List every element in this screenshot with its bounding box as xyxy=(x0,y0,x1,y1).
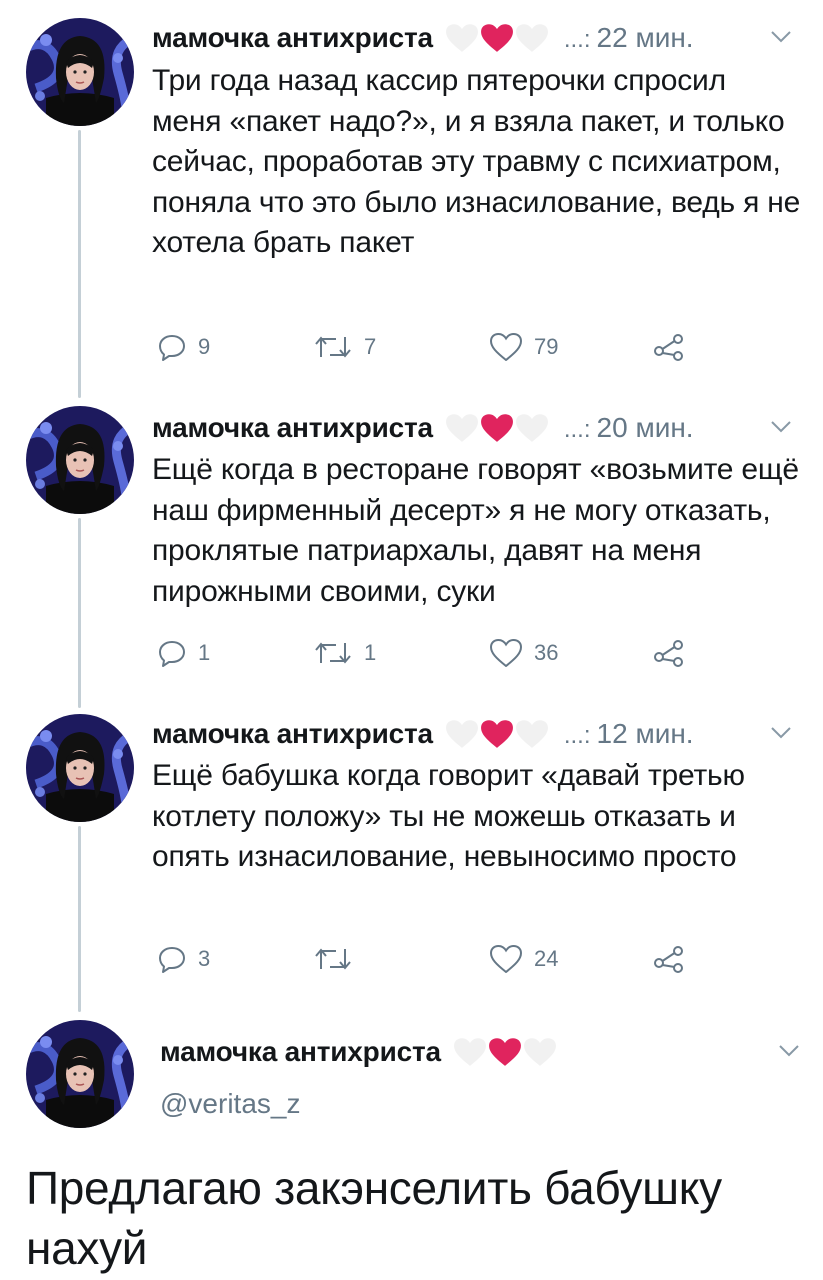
tweet-actions: 1 1 36 xyxy=(158,636,718,670)
share-icon xyxy=(654,946,683,973)
avatar[interactable] xyxy=(26,1020,134,1128)
author-name[interactable]: мамочка антихриста xyxy=(160,1036,441,1068)
heart-emojis xyxy=(445,23,550,53)
reply-button[interactable]: 1 xyxy=(158,636,210,670)
retweet-count: 7 xyxy=(364,334,377,359)
chevron-down-icon[interactable] xyxy=(770,420,792,434)
white-heart-icon xyxy=(445,23,479,53)
avatar[interactable] xyxy=(26,406,134,514)
author-handle[interactable]: @veritas_z xyxy=(160,1088,300,1120)
chevron-down-icon[interactable] xyxy=(770,30,792,44)
tweet-text: Три года назад кассир пятерочки спросил … xyxy=(152,64,801,259)
author-name[interactable]: мамочка антихриста xyxy=(152,412,433,444)
tweet-text: Ещё бабушка когда говорит «давай третью … xyxy=(152,759,745,873)
chevron-down-icon[interactable] xyxy=(770,726,792,740)
tweet-header: мамочка антихриста ...: 20 мин. xyxy=(152,408,694,448)
retweet-button[interactable]: 7 xyxy=(314,330,376,364)
red-heart-icon xyxy=(480,23,514,53)
red-heart-icon xyxy=(480,413,514,443)
like-count: 24 xyxy=(534,946,559,971)
white-heart-icon xyxy=(453,1037,487,1067)
reply-button[interactable]: 3 xyxy=(158,942,210,976)
white-heart-icon xyxy=(445,413,479,443)
tweet-header: мамочка антихриста xyxy=(160,1032,558,1072)
reply-icon xyxy=(159,641,185,667)
retweet-count: 1 xyxy=(364,640,377,665)
heart-emojis xyxy=(445,413,550,443)
reply-count: 1 xyxy=(198,640,211,665)
thread-line xyxy=(78,826,81,1012)
tweet-actions: 9 7 79 xyxy=(158,330,718,364)
share-button[interactable] xyxy=(652,330,686,364)
share-button[interactable] xyxy=(652,636,686,670)
white-heart-icon xyxy=(515,413,549,443)
tweet-header: мамочка антихриста ...: 12 мин. xyxy=(152,714,694,754)
retweet-icon xyxy=(315,948,351,970)
retweet-icon xyxy=(315,336,351,358)
share-icon xyxy=(654,640,683,667)
thread-line xyxy=(78,518,81,708)
avatar[interactable] xyxy=(26,714,134,822)
author-name[interactable]: мамочка антихриста xyxy=(152,718,433,750)
like-count: 79 xyxy=(534,334,559,359)
tweet-header: мамочка антихриста ...: 22 мин. xyxy=(152,18,694,58)
white-heart-icon xyxy=(523,1037,557,1067)
author-name[interactable]: мамочка антихриста xyxy=(152,22,433,54)
thread-line xyxy=(78,130,81,398)
retweet-icon xyxy=(315,642,351,664)
heart-emojis xyxy=(453,1037,558,1067)
reply-icon xyxy=(159,947,185,973)
like-button[interactable]: 36 xyxy=(490,636,558,670)
like-button[interactable]: 79 xyxy=(490,330,558,364)
red-heart-icon xyxy=(480,719,514,749)
like-button[interactable]: 24 xyxy=(490,942,558,976)
tweet-time: ...: 22 мин. xyxy=(563,22,694,53)
heart-icon xyxy=(490,639,522,667)
heart-icon xyxy=(490,333,522,361)
share-button[interactable] xyxy=(652,942,686,976)
retweet-button[interactable]: 1 xyxy=(314,636,376,670)
white-heart-icon xyxy=(515,719,549,749)
tweet-actions: 3 24 xyxy=(158,942,718,976)
heart-emojis xyxy=(445,719,550,749)
chevron-down-icon[interactable] xyxy=(778,1044,800,1058)
red-heart-icon xyxy=(488,1037,522,1067)
retweet-button[interactable] xyxy=(314,942,364,976)
tweet-time: ...: 12 мин. xyxy=(563,718,694,749)
main-tweet-text: Предлагаю закэнселить бабушку нахуй xyxy=(26,1162,722,1274)
reply-count: 9 xyxy=(198,334,211,359)
white-heart-icon xyxy=(515,23,549,53)
reply-button[interactable]: 9 xyxy=(158,330,210,364)
avatar[interactable] xyxy=(26,18,134,126)
white-heart-icon xyxy=(445,719,479,749)
reply-icon xyxy=(159,335,185,361)
reply-count: 3 xyxy=(198,946,211,971)
like-count: 36 xyxy=(534,640,559,665)
tweet-text: Ещё когда в ресторане говорят «возьмите … xyxy=(152,453,799,608)
share-icon xyxy=(654,334,683,361)
heart-icon xyxy=(490,945,522,973)
tweet-time: ...: 20 мин. xyxy=(563,412,694,443)
